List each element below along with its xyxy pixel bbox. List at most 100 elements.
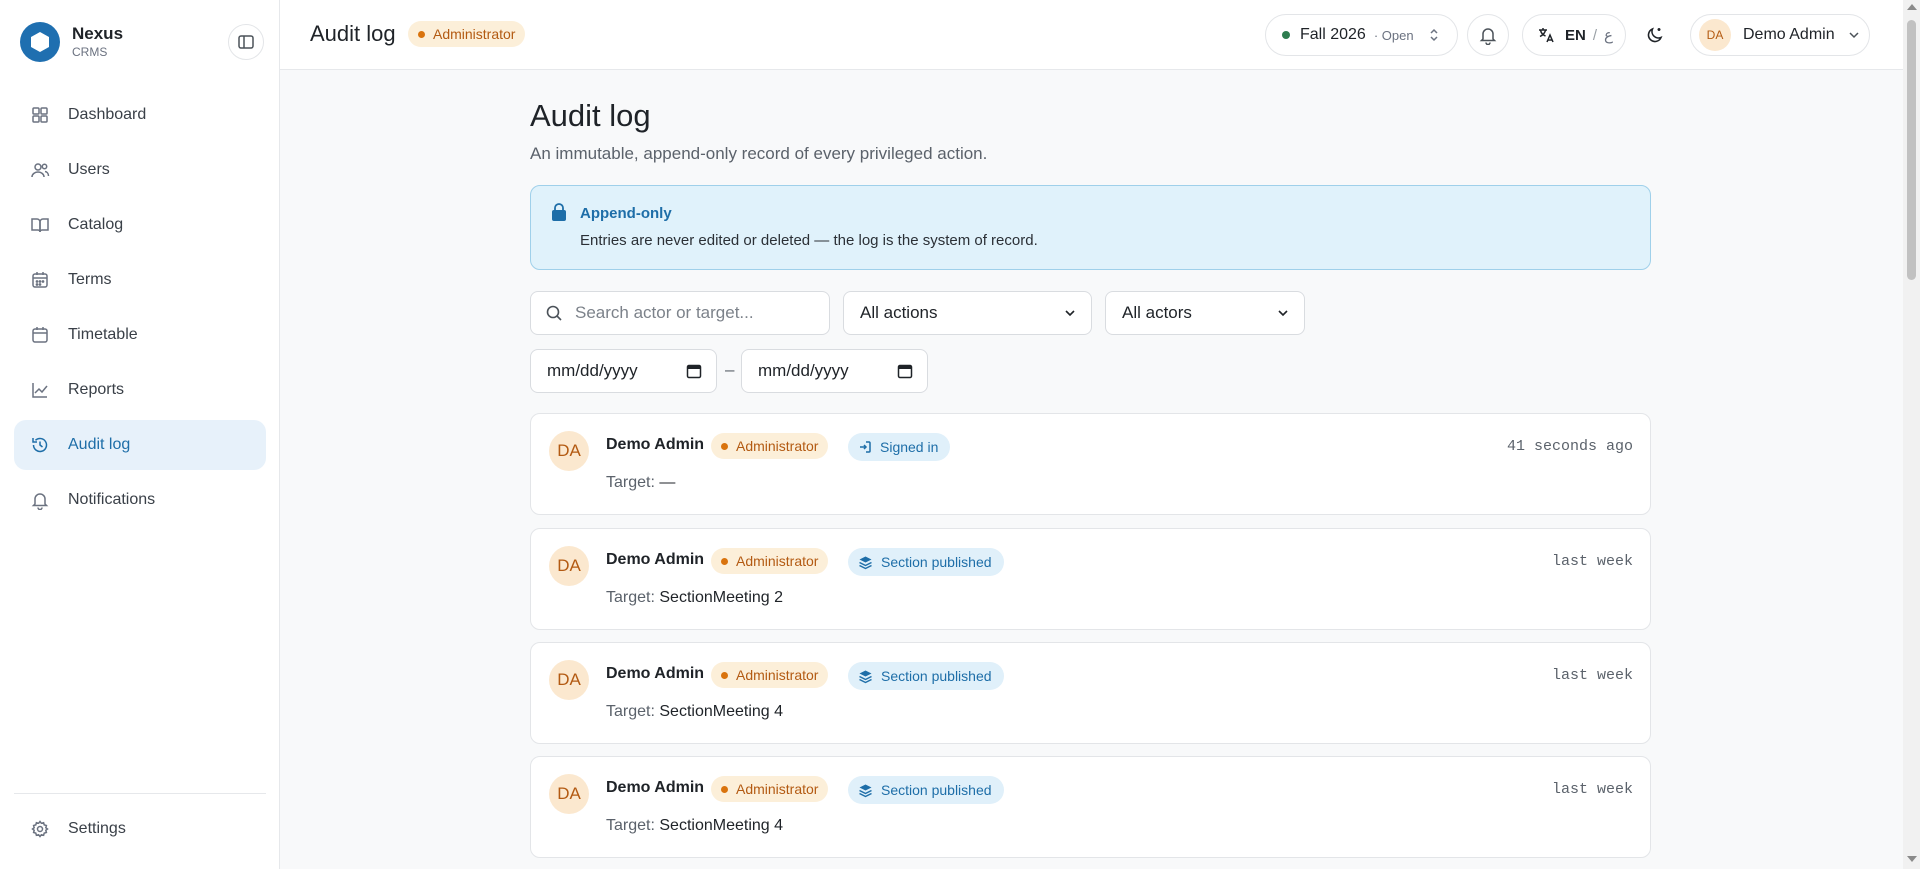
banner-title: Append-only bbox=[580, 205, 672, 222]
sidebar-item-dashboard[interactable]: Dashboard bbox=[14, 90, 266, 140]
entry-timestamp: last week bbox=[1551, 667, 1633, 684]
role-badge-label: Administrator bbox=[736, 781, 819, 797]
scroll-up-arrow-icon[interactable] bbox=[1907, 4, 1917, 10]
sidebar-item-settings[interactable]: Settings bbox=[14, 804, 266, 854]
sidebar-collapse-button[interactable] bbox=[228, 24, 264, 60]
role-badge-label: Administrator bbox=[736, 667, 819, 683]
target-value: SectionMeeting 4 bbox=[659, 817, 784, 834]
sidebar-item-terms[interactable]: Terms bbox=[14, 255, 266, 305]
term-selector[interactable]: Fall 2026 · Open bbox=[1265, 14, 1458, 56]
sidebar-item-label: Timetable bbox=[68, 326, 138, 343]
audit-entry[interactable]: DA Demo Admin Administrator Section publ… bbox=[530, 756, 1651, 858]
bell-icon bbox=[1479, 28, 1497, 45]
sidebar-item-users[interactable]: Users bbox=[14, 145, 266, 195]
date-from-placeholder: mm/dd/yyyy bbox=[547, 361, 638, 380]
user-menu[interactable]: DA Demo Admin bbox=[1690, 14, 1870, 56]
bell-icon bbox=[31, 493, 49, 510]
target-label: Target: bbox=[606, 474, 655, 491]
gear-icon bbox=[31, 820, 49, 838]
date-from-input[interactable]: mm/dd/yyyy bbox=[530, 349, 717, 393]
target-value: SectionMeeting 2 bbox=[659, 589, 784, 606]
info-banner: Append-only Entries are never edited or … bbox=[530, 185, 1651, 270]
calendar-icon bbox=[897, 364, 913, 379]
status-dot bbox=[721, 785, 728, 793]
entry-target: Target: SectionMeeting 2 bbox=[606, 589, 783, 607]
calendar-grid-icon bbox=[32, 272, 48, 288]
language-switcher[interactable]: EN / ع bbox=[1522, 14, 1626, 56]
layers-icon bbox=[859, 670, 872, 683]
entry-actor: Demo Admin bbox=[606, 665, 705, 682]
theme-toggle-button[interactable] bbox=[1640, 20, 1670, 50]
status-dot bbox=[418, 30, 425, 38]
search-icon bbox=[546, 305, 562, 321]
date-to-input[interactable]: mm/dd/yyyy bbox=[741, 349, 928, 393]
target-value: — bbox=[659, 474, 676, 491]
book-icon bbox=[31, 218, 49, 233]
term-status: · Open bbox=[1373, 27, 1414, 43]
language-separator: / bbox=[1592, 26, 1598, 44]
sidebar-item-catalog[interactable]: Catalog bbox=[14, 200, 266, 250]
audit-entry[interactable]: DA Demo Admin Administrator Section publ… bbox=[530, 642, 1651, 744]
entry-timestamp: 41 seconds ago bbox=[1506, 438, 1633, 455]
term-status-dot bbox=[1282, 31, 1290, 39]
brand[interactable]: Nexus CRMS bbox=[20, 22, 123, 62]
banner-text: Entries are never edited or deleted — th… bbox=[580, 232, 1038, 249]
sidebar-item-timetable[interactable]: Timetable bbox=[14, 310, 266, 360]
chevron-down-icon bbox=[1065, 310, 1075, 317]
target-label: Target: bbox=[606, 817, 655, 834]
calendar-icon bbox=[686, 364, 702, 379]
brand-name: Nexus bbox=[72, 24, 124, 43]
status-dot bbox=[721, 671, 728, 679]
sidebar-item-label: Audit log bbox=[68, 436, 131, 453]
scroll-down-arrow-icon[interactable] bbox=[1907, 856, 1917, 862]
sidebar-item-reports[interactable]: Reports bbox=[14, 365, 266, 415]
action-badge-label: Section published bbox=[881, 668, 992, 684]
translate-icon bbox=[1539, 28, 1554, 43]
chevron-down-icon bbox=[1849, 32, 1859, 39]
notifications-button[interactable] bbox=[1467, 14, 1509, 56]
target-label: Target: bbox=[606, 703, 655, 720]
status-dot bbox=[721, 557, 728, 565]
audit-entry[interactable]: DA Demo Admin Administrator Section publ… bbox=[530, 528, 1651, 630]
search-field[interactable] bbox=[530, 291, 830, 335]
actors-filter-select[interactable]: All actors bbox=[1105, 291, 1305, 335]
entry-actor: Demo Admin bbox=[606, 436, 705, 453]
actions-filter-select[interactable]: All actions bbox=[843, 291, 1092, 335]
shopping-bag-icon bbox=[552, 203, 566, 221]
avatar: DA bbox=[549, 774, 589, 814]
entry-target: Target: SectionMeeting 4 bbox=[606, 817, 783, 835]
sidebar-item-label: Catalog bbox=[68, 216, 124, 233]
sidebar-toggle-icon bbox=[238, 35, 254, 49]
scrollbar-thumb[interactable] bbox=[1907, 20, 1916, 280]
entry-target: Target: SectionMeeting 4 bbox=[606, 703, 783, 721]
sidebar-item-label: Terms bbox=[68, 271, 112, 288]
sidebar-item-label: Reports bbox=[68, 381, 125, 398]
layers-icon bbox=[859, 784, 872, 797]
sidebar-item-audit-log[interactable]: Audit log bbox=[14, 420, 266, 470]
role-badge-label: Administrator bbox=[736, 553, 819, 569]
search-input[interactable] bbox=[575, 303, 815, 323]
action-badge-label: Section published bbox=[881, 554, 992, 570]
entry-target: Target: — bbox=[606, 474, 675, 492]
role-badge: Administrator bbox=[408, 21, 526, 47]
grid-icon bbox=[32, 107, 48, 123]
entry-timestamp: last week bbox=[1551, 781, 1633, 798]
actions-filter-value: All actions bbox=[860, 303, 938, 322]
sidebar-item-notifications[interactable]: Notifications bbox=[14, 475, 266, 525]
chevron-down-icon bbox=[1278, 310, 1288, 317]
user-name: Demo Admin bbox=[1743, 26, 1835, 43]
language-en: EN bbox=[1565, 26, 1586, 44]
chevron-up-down-icon bbox=[1430, 28, 1438, 42]
avatar: DA bbox=[549, 546, 589, 586]
page-subtitle: An immutable, append-only record of ever… bbox=[530, 144, 988, 163]
sidebar-divider bbox=[14, 793, 266, 794]
page-scrollbar[interactable] bbox=[1903, 0, 1920, 869]
role-badge-label: Administrator bbox=[433, 26, 516, 42]
sidebar-nav: Dashboard Users Catalog Terms Timetable … bbox=[14, 90, 266, 530]
date-range-separator: – bbox=[725, 360, 735, 379]
role-badge: Administrator bbox=[711, 662, 829, 688]
avatar: DA bbox=[1699, 19, 1731, 51]
top-header: Audit log Administrator Fall 2026 · Open… bbox=[280, 0, 1903, 70]
audit-entry[interactable]: DA Demo Admin Administrator Signed in Ta… bbox=[530, 413, 1651, 515]
calendar-icon bbox=[32, 327, 48, 343]
